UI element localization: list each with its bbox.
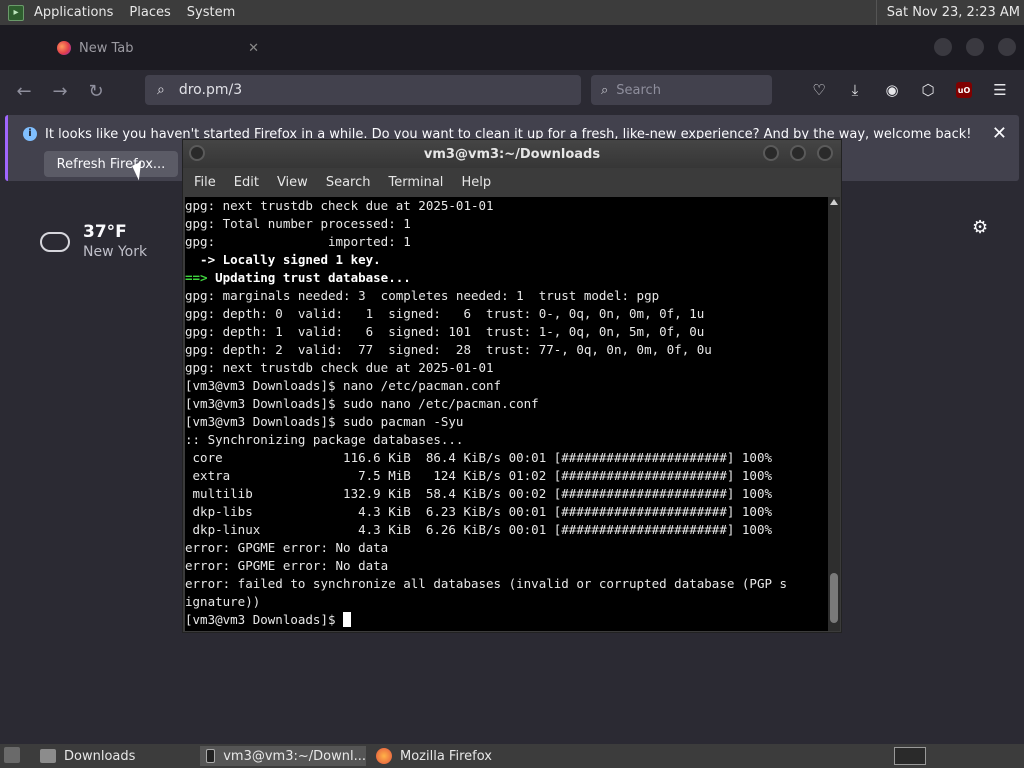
menu-edit[interactable]: Edit	[234, 175, 259, 190]
terminal-line: [vm3@vm3 Downloads]$ nano /etc/pacman.co…	[185, 378, 502, 393]
cloud-icon	[40, 232, 70, 252]
tab-new-tab[interactable]: New Tab ✕	[47, 34, 269, 62]
minimize-window-button[interactable]	[934, 38, 952, 56]
menu-terminal[interactable]: Terminal	[388, 175, 443, 190]
menu-file[interactable]: File	[194, 175, 216, 190]
pocket-icon[interactable]: ♡	[808, 79, 830, 101]
terminal-scrollbar[interactable]	[828, 197, 840, 631]
terminal-title: vm3@vm3:~/Downloads	[423, 146, 601, 162]
terminal-app-icon[interactable]: ▸	[8, 4, 24, 21]
terminal-maximize-button[interactable]	[790, 145, 806, 161]
show-desktop-icon[interactable]	[4, 747, 20, 763]
terminal-line: error: GPGME error: No data	[185, 540, 389, 555]
terminal-line: dkp-libs 4.3 KiB 6.23 KiB/s 00:01 [#####…	[185, 504, 772, 519]
tab-title: New Tab	[79, 40, 134, 56]
taskbar-label: Downloads	[64, 748, 136, 764]
terminal-line: gpg: depth: 1 valid: 6 signed: 101 trust…	[185, 324, 705, 339]
weather-temperature: 37°F	[83, 222, 127, 242]
close-notification-icon[interactable]: ✕	[992, 123, 1007, 144]
firefox-favicon-icon	[57, 41, 71, 55]
gear-icon[interactable]: ⚙	[972, 217, 988, 238]
menu-places[interactable]: Places	[121, 0, 178, 25]
folder-icon	[40, 749, 56, 763]
forward-arrow-icon[interactable]: →	[49, 80, 71, 102]
taskbar-item-firefox[interactable]: Mozilla Firefox	[370, 746, 540, 766]
close-tab-icon[interactable]: ✕	[248, 41, 259, 56]
terminal-title-bar[interactable]: vm3@vm3:~/Downloads	[183, 140, 841, 168]
terminal-line: gpg: Total number processed: 1	[185, 216, 411, 231]
menu-view[interactable]: View	[277, 175, 308, 190]
extensions-icon[interactable]: ⬡	[917, 79, 939, 101]
hamburger-menu-icon[interactable]: ☰	[989, 79, 1011, 101]
terminal-line: :: Synchronizing package databases...	[185, 432, 464, 447]
terminal-output[interactable]: gpg: next trustdb check due at 2025-01-0…	[185, 197, 828, 631]
terminal-minimize-button[interactable]	[763, 145, 779, 161]
terminal-window[interactable]: vm3@vm3:~/Downloads File Edit View Searc…	[182, 139, 842, 633]
window-menu-button[interactable]	[189, 145, 205, 161]
terminal-line: extra 7.5 MiB 124 KiB/s 01:02 [#########…	[185, 468, 772, 483]
url-text[interactable]: dro.pm/3	[179, 82, 242, 98]
terminal-line: error: failed to synchronize all databas…	[185, 576, 788, 591]
text-cursor	[343, 612, 352, 627]
terminal-line: gpg: imported: 1	[185, 234, 411, 249]
search-icon: ⌕	[157, 82, 165, 98]
terminal-line: [vm3@vm3 Downloads]$ sudo nano /etc/pacm…	[185, 396, 539, 411]
search-icon: ⌕	[601, 82, 609, 98]
back-arrow-icon[interactable]: ←	[13, 80, 35, 102]
workspace-switcher[interactable]	[894, 747, 926, 765]
terminal-line: gpg: marginals needed: 3 completes neede…	[185, 288, 660, 303]
maximize-window-button[interactable]	[966, 38, 984, 56]
terminal-line: multilib 132.9 KiB 58.4 KiB/s 00:02 [###…	[185, 486, 772, 501]
search-bar[interactable]: ⌕ Search	[591, 75, 772, 105]
top-panel: ▸ Applications Places System Sat Nov 23,…	[0, 0, 1024, 25]
menu-system[interactable]: System	[179, 0, 243, 25]
account-icon[interactable]: ◉	[881, 79, 903, 101]
menu-search[interactable]: Search	[326, 175, 371, 190]
terminal-line: dkp-linux 4.3 KiB 6.26 KiB/s 00:01 [####…	[185, 522, 772, 537]
info-icon: i	[23, 127, 37, 141]
terminal-line: gpg: depth: 0 valid: 1 signed: 6 trust: …	[185, 306, 705, 321]
terminal-line: -> Locally signed 1 key.	[185, 252, 381, 267]
terminal-prompt[interactable]: [vm3@vm3 Downloads]$	[185, 611, 828, 629]
terminal-menubar: File Edit View Search Terminal Help	[183, 168, 841, 196]
terminal-line: gpg: depth: 2 valid: 77 signed: 28 trust…	[185, 342, 712, 357]
menu-help[interactable]: Help	[461, 175, 491, 190]
terminal-icon	[206, 749, 216, 763]
ublock-icon[interactable]: uO	[953, 79, 975, 101]
terminal-line: [vm3@vm3 Downloads]$ sudo pacman -Syu	[185, 414, 464, 429]
url-bar[interactable]: ⌕ dro.pm/3	[145, 75, 581, 105]
terminal-line: gpg: next trustdb check due at 2025-01-0…	[185, 198, 494, 213]
bottom-taskbar: Downloads vm3@vm3:~/Downl... Mozilla Fir…	[0, 744, 1024, 768]
search-placeholder[interactable]: Search	[616, 83, 661, 98]
close-window-button[interactable]	[998, 38, 1016, 56]
terminal-line: ignature))	[185, 594, 261, 609]
terminal-lines: gpg: next trustdb check due at 2025-01-0…	[185, 197, 828, 629]
taskbar-label: Mozilla Firefox	[400, 748, 492, 764]
firefox-icon	[376, 748, 392, 764]
downloads-icon[interactable]: ⤓	[844, 79, 866, 101]
terminal-line: ==> Updating trust database...	[185, 270, 411, 285]
terminal-line: core 116.6 KiB 86.4 KiB/s 00:01 [#######…	[185, 450, 772, 465]
weather-city: New York	[83, 244, 148, 260]
scroll-up-arrow-icon[interactable]	[830, 199, 838, 205]
taskbar-item-terminal[interactable]: vm3@vm3:~/Downl...	[200, 746, 366, 766]
scrollbar-thumb[interactable]	[830, 573, 838, 623]
taskbar-item-downloads[interactable]: Downloads	[34, 746, 196, 766]
reload-icon[interactable]: ↻	[85, 80, 107, 102]
menu-applications[interactable]: Applications	[26, 0, 121, 25]
ublock-badge: uO	[956, 82, 972, 98]
terminal-line: gpg: next trustdb check due at 2025-01-0…	[185, 360, 494, 375]
clock[interactable]: Sat Nov 23, 2:23 AM	[875, 0, 1020, 25]
taskbar-label: vm3@vm3:~/Downl...	[223, 748, 366, 764]
terminal-close-button[interactable]	[817, 145, 833, 161]
refresh-firefox-button[interactable]: Refresh Firefox...	[44, 151, 178, 177]
terminal-line: error: GPGME error: No data	[185, 558, 389, 573]
